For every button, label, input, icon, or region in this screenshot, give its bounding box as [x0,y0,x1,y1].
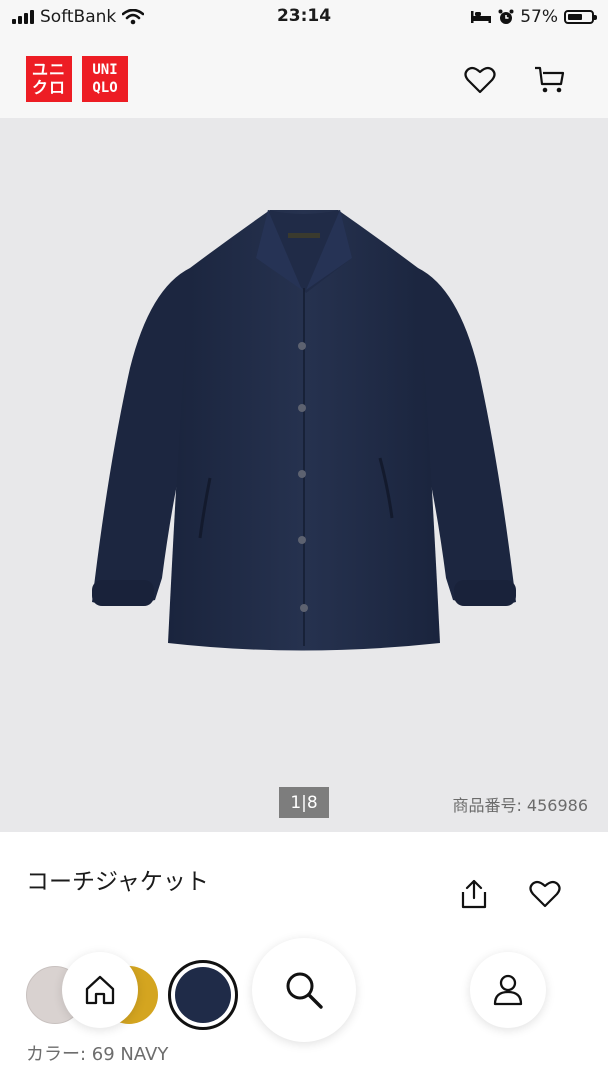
color-swatch-navy-selected[interactable] [168,960,238,1030]
battery-icon [564,10,597,24]
product-title: コーチジャケット [26,869,209,895]
logo-jp-top: ユニ [31,60,66,79]
uniqlo-logo-japanese[interactable]: ユニ クロ [26,56,72,102]
favorites-button[interactable] [462,62,498,98]
status-right: 57% [470,7,597,27]
app-header: ユニ クロ UNI QLO [0,34,608,118]
image-pager: 1|8 [279,787,329,818]
account-icon [493,974,523,1006]
product-favorite-button[interactable] [525,874,565,914]
logo-en-top: UNI [92,62,118,78]
home-icon [85,975,115,1005]
color-label: カラー: 69 NAVY [26,1044,169,1065]
status-bar: SoftBank 23:14 57% [0,0,608,34]
logo-jp-bottom: クロ [31,78,66,97]
product-image [92,210,516,651]
uniqlo-logo-english[interactable]: UNI QLO [82,56,128,102]
navy-swatch-fill [175,967,231,1023]
logo-en-bottom: QLO [92,80,118,96]
search-icon [286,972,323,1009]
account-button[interactable] [470,952,546,1028]
bed-icon [471,11,492,23]
cart-button[interactable] [532,62,568,98]
battery-percent: 57% [520,7,558,27]
home-button[interactable] [62,952,138,1028]
share-button[interactable] [454,874,494,914]
product-code: 商品番号: 456986 [452,796,588,815]
cart-icon [535,66,565,93]
product-image-area[interactable]: 1|8 商品番号: 456986 [0,118,608,832]
heart-icon [529,880,561,908]
heart-icon [464,66,496,94]
alarm-icon [498,9,514,24]
share-icon [461,879,487,909]
search-button[interactable] [252,938,356,1042]
